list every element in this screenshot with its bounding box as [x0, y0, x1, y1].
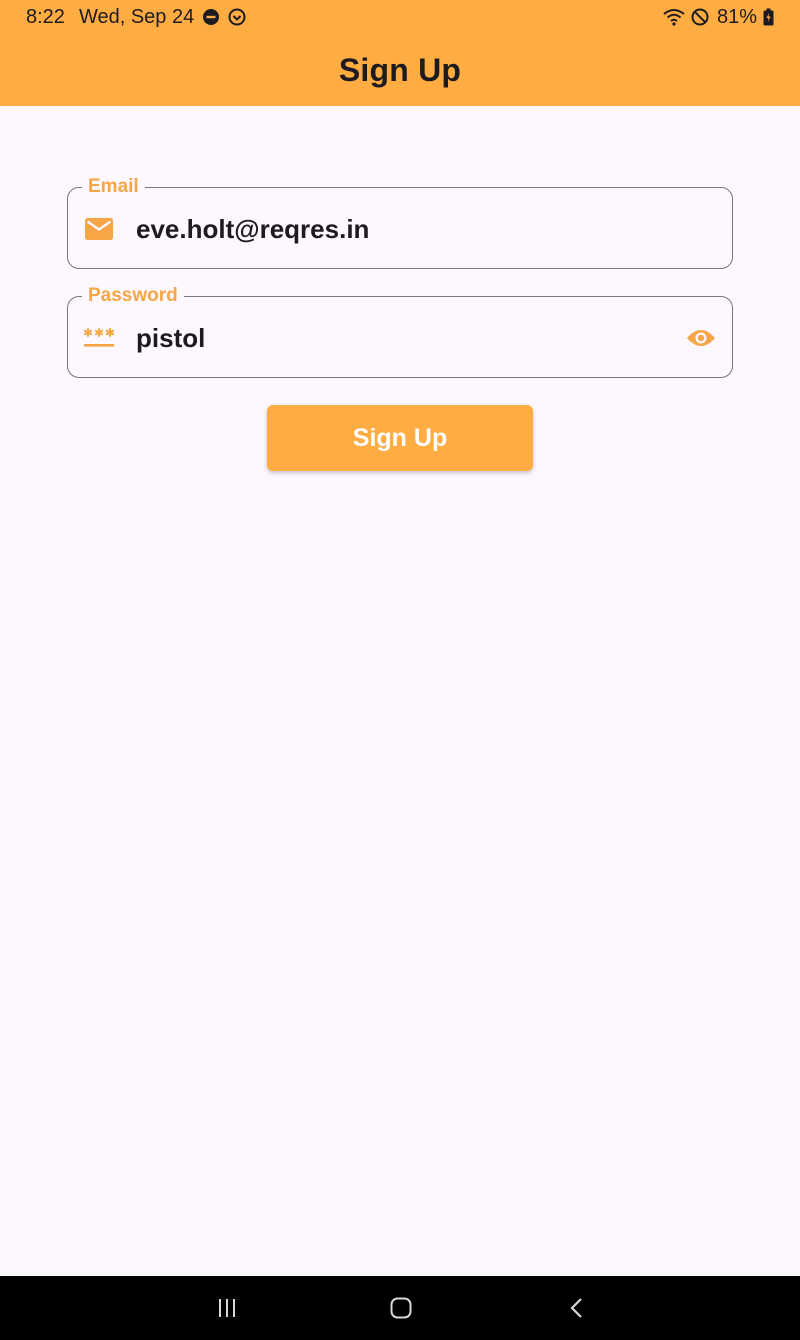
page-title: Sign Up	[338, 51, 462, 88]
status-time: 8:22	[26, 5, 65, 28]
sync-icon	[228, 8, 246, 26]
back-icon[interactable]	[562, 1294, 592, 1322]
dnd-icon	[202, 8, 220, 26]
wifi-icon	[663, 8, 685, 26]
home-icon[interactable]	[386, 1294, 416, 1322]
nav-bar	[0, 1276, 800, 1340]
status-right: 81%	[663, 6, 774, 29]
password-field[interactable]: Password	[67, 285, 733, 379]
status-date: Wed, Sep 24	[78, 5, 195, 28]
status-left: 8:22 Wed, Sep 24	[26, 6, 246, 29]
status-battery: 81%	[716, 5, 757, 28]
recent-apps-icon[interactable]	[212, 1294, 242, 1322]
email-field[interactable]: Email	[67, 176, 733, 270]
mail-icon	[84, 214, 114, 244]
status-bar: 8:22 Wed, Sep 24 81%	[0, 0, 800, 34]
eye-icon[interactable]	[684, 321, 718, 355]
signup-button[interactable]: Sign Up	[267, 405, 533, 471]
password-input[interactable]	[136, 297, 676, 379]
app-bar: Sign Up	[0, 34, 800, 106]
password-icon	[84, 323, 114, 353]
battery-icon	[763, 8, 774, 26]
blocked-icon	[691, 8, 709, 26]
email-input[interactable]	[136, 188, 676, 270]
